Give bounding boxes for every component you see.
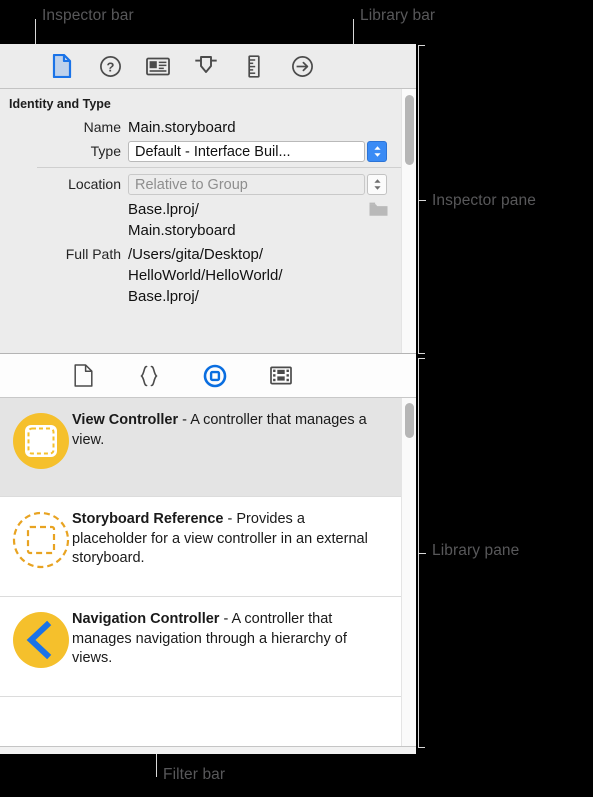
bracket-inspector-pane — [418, 45, 426, 354]
quick-help-inspector-icon[interactable]: ? — [97, 53, 123, 79]
list-item-text: Storyboard Reference - Provides a placeh… — [72, 509, 404, 569]
relative-path-value: Base.lproj/ Main.storyboard — [128, 199, 236, 241]
view-controller-icon — [10, 410, 72, 471]
callout-library-bar: Library bar — [360, 7, 436, 24]
full-path-row: Full Path /Users/gita/Desktop/ HelloWorl… — [0, 244, 416, 307]
library-scrollbar-thumb[interactable] — [405, 403, 414, 438]
list-item[interactable]: Storyboard Reference - Provides a placeh… — [0, 497, 416, 597]
callout-inspector-bar: Inspector bar — [42, 7, 134, 24]
full-path-label: Full Path — [65, 246, 121, 262]
file-inspector-icon[interactable] — [49, 53, 75, 79]
chevron-updown-icon — [373, 146, 381, 157]
chevron-updown-icon — [373, 179, 381, 190]
type-stepper[interactable] — [367, 141, 387, 162]
attributes-inspector-icon[interactable] — [193, 53, 219, 79]
list-item-dash: - — [178, 412, 191, 428]
arrow-circle-right-glyph — [291, 55, 313, 77]
type-label: Type — [90, 143, 121, 159]
relative-path-line-2: Main.storyboard — [128, 222, 236, 239]
list-item[interactable]: Navigation Controller - A controller tha… — [0, 597, 416, 697]
identity-inspector-icon[interactable] — [145, 53, 171, 79]
navigation-controller-glyph — [13, 612, 69, 668]
curly-braces-glyph — [140, 365, 158, 386]
list-item-text: Navigation Controller - A controller tha… — [72, 609, 404, 669]
callout-library-pane: Library pane — [432, 542, 520, 559]
callout-filter-bar: Filter bar — [163, 766, 226, 783]
location-row[interactable]: Location Relative to Group — [0, 174, 416, 195]
list-item-text: View Controller - A controller that mana… — [72, 410, 404, 450]
callout-inspector-pane: Inspector pane — [432, 192, 536, 209]
relative-path-row: Base.lproj/ Main.storyboard — [0, 199, 416, 241]
list-item-title: Storyboard Reference — [72, 511, 224, 527]
full-path-line-2: HelloWorld/HelloWorld/ — [128, 267, 283, 284]
size-inspector-icon[interactable] — [241, 53, 267, 79]
name-label: Name — [83, 119, 121, 135]
object-library-icon[interactable] — [202, 363, 228, 389]
full-path-line-3: Base.lproj/ — [128, 288, 199, 305]
folder-icon[interactable] — [369, 202, 388, 217]
full-path-value: /Users/gita/Desktop/ HelloWorld/HelloWor… — [128, 244, 283, 307]
inspector-scrollbar-thumb[interactable] — [405, 95, 414, 165]
attributes-slider-glyph — [195, 56, 217, 73]
type-popup-button[interactable]: Default - Interface Buil... — [128, 141, 365, 162]
name-value: Main.storyboard — [128, 119, 236, 136]
ruler-glyph — [248, 54, 260, 78]
type-row[interactable]: Type Default - Interface Buil... — [0, 141, 416, 162]
inspector-pane: Identity and Type Name Main.storyboard T… — [0, 89, 416, 354]
filter-bar[interactable]: Filter — [0, 746, 416, 754]
list-item-dash: - — [223, 511, 237, 527]
relative-path-line-1: Base.lproj/ — [128, 201, 199, 218]
storyboard-reference-icon — [10, 509, 72, 570]
library-bar[interactable] — [0, 354, 416, 398]
location-stepper[interactable] — [367, 174, 387, 195]
navigation-controller-icon — [10, 609, 72, 670]
file-template-library-icon[interactable] — [70, 363, 96, 389]
full-path-line-1: /Users/gita/Desktop/ — [128, 246, 264, 263]
xcode-utilities-area: ? Identity and Type Name Main.storyboard… — [0, 44, 416, 754]
svg-text:?: ? — [106, 59, 114, 74]
list-item-title: Navigation Controller — [72, 611, 220, 627]
question-circle-glyph: ? — [99, 55, 121, 77]
library-scrollbar[interactable] — [401, 398, 416, 746]
library-pane: View Controller - A controller that mana… — [0, 398, 416, 746]
name-row: Name Main.storyboard — [0, 117, 416, 138]
list-item-dash: - — [219, 611, 232, 627]
storyboard-reference-glyph — [12, 511, 70, 569]
location-popup-button[interactable]: Relative to Group — [128, 174, 365, 195]
file-inspector-glyph — [52, 54, 72, 78]
bracket-library-pane — [418, 358, 426, 748]
media-filmstrip-glyph — [270, 366, 292, 385]
identity-card-glyph — [146, 57, 170, 75]
inspector-bar[interactable]: ? — [0, 44, 416, 89]
connections-inspector-icon[interactable] — [289, 53, 315, 79]
view-controller-glyph — [13, 413, 69, 469]
location-label: Location — [68, 176, 121, 192]
inspector-scrollbar[interactable] — [401, 89, 416, 353]
media-library-icon[interactable] — [268, 363, 294, 389]
divider — [37, 167, 407, 168]
object-library-glyph — [203, 364, 227, 387]
list-item-title: View Controller — [72, 412, 179, 428]
code-snippet-library-icon[interactable] — [136, 363, 162, 389]
list-item[interactable]: View Controller - A controller that mana… — [0, 398, 416, 497]
file-template-glyph — [73, 364, 93, 387]
identity-and-type-heading: Identity and Type — [9, 97, 111, 111]
relative-path-spacer — [0, 199, 128, 201]
